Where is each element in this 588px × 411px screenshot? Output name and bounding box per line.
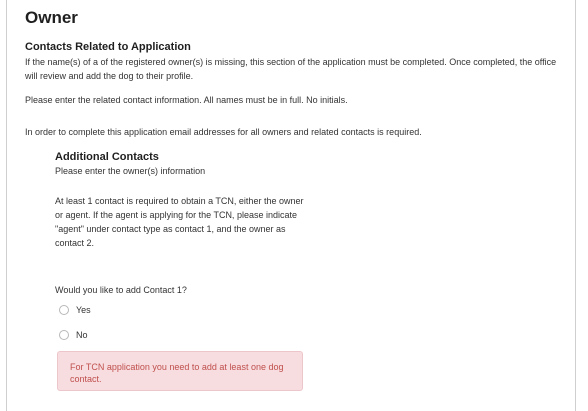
radio-no-circle[interactable] [59,330,69,340]
email-requirement-instructions: In order to complete this application em… [25,127,422,137]
add-contact-question: Would you like to add Contact 1? [55,285,187,295]
tcn-contact-note: At least 1 contact is required to obtain… [55,196,304,248]
radio-option-yes[interactable]: Yes [59,305,91,315]
radio-option-no[interactable]: No [59,330,88,340]
contact-info-instructions: Please enter the related contact informa… [25,95,348,105]
contacts-section-title: Contacts Related to Application [25,41,191,53]
additional-contacts-description: Please enter the owner(s) information [55,166,206,176]
missing-owner-instructions: If the name(s) of a of the registered ow… [25,57,557,81]
error-alert: For TCN application you need to add at l… [57,351,303,391]
error-message: For TCN application you need to add at l… [70,362,284,384]
radio-yes-label: Yes [76,305,91,315]
additional-contacts-title: Additional Contacts [55,151,159,163]
page-title: Owner [25,8,78,27]
radio-no-label: No [76,330,88,340]
radio-yes-circle[interactable] [59,305,69,315]
application-panel: Owner Contacts Related to Application If… [6,0,576,411]
